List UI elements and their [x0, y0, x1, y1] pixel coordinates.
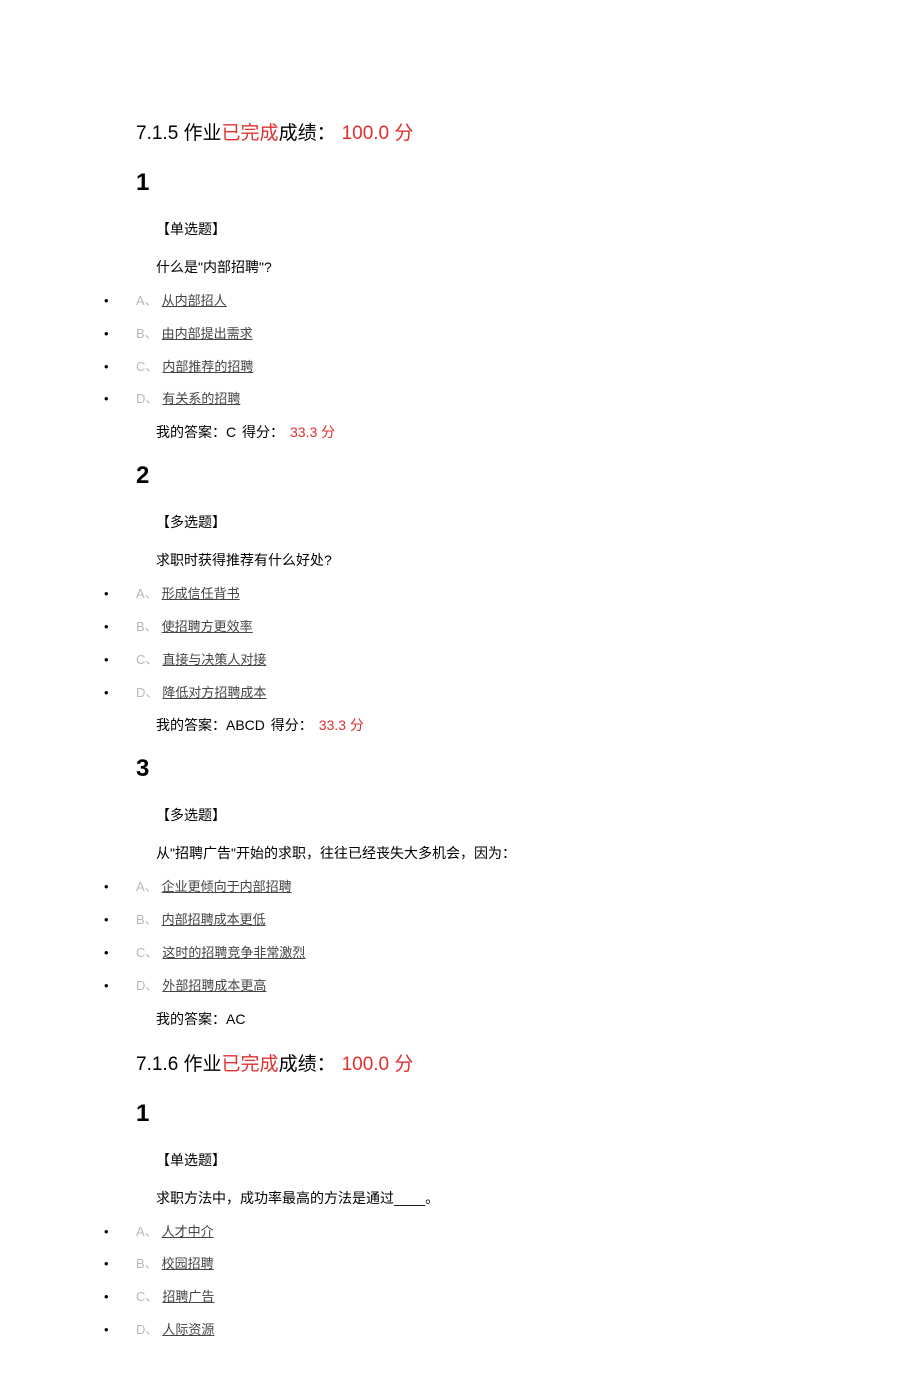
option-text: 这时的招聘竞争非常激烈: [162, 945, 305, 960]
option-item: C、招聘广告: [98, 1287, 860, 1308]
option-letter: C、: [136, 652, 158, 667]
option-text: 内部招聘成本更低: [162, 912, 266, 927]
option-text: 外部招聘成本更高: [162, 978, 266, 993]
points-value: 33.3 分: [319, 717, 364, 733]
option-item: A、企业更倾向于内部招聘: [98, 877, 860, 898]
completed-status: 已完成: [222, 123, 279, 144]
question-text: 求职方法中，成功率最高的方法是通过____。: [136, 1188, 860, 1208]
score-label: 成绩：: [279, 123, 336, 144]
answer-value: AC: [226, 1011, 245, 1027]
completed-status: 已完成: [222, 1054, 279, 1075]
question-number: 3: [136, 755, 860, 783]
answer-label: 我的答案：: [156, 717, 226, 733]
points-label: 得分：: [271, 717, 313, 733]
option-item: B、由内部提出需求: [98, 324, 860, 345]
answer-label: 我的答案：: [156, 1011, 226, 1027]
option-item: D、降低对方招聘成本: [98, 683, 860, 704]
homework-number: 7.1.6 作业: [136, 1054, 222, 1075]
option-text: 直接与决策人对接: [162, 652, 266, 667]
option-text: 企业更倾向于内部招聘: [162, 879, 292, 894]
score-value: 100.0 分: [342, 123, 414, 144]
my-answer: 我的答案：AC: [136, 1009, 860, 1029]
option-letter: A、: [136, 1224, 158, 1239]
option-item: C、这时的招聘竞争非常激烈: [98, 943, 860, 964]
score-label: 成绩：: [279, 1054, 336, 1075]
options-list: A、人才中介 B、校园招聘 C、招聘广告 D、人际资源: [98, 1222, 860, 1341]
my-answer: 我的答案：C 得分： 33.3 分: [136, 422, 860, 442]
option-letter: D、: [136, 978, 158, 993]
option-letter: A、: [136, 293, 158, 308]
option-text: 由内部提出需求: [162, 326, 253, 341]
question-number: 1: [136, 1100, 860, 1128]
option-item: B、校园招聘: [98, 1254, 860, 1275]
option-text: 从内部招人: [162, 293, 227, 308]
option-text: 使招聘方更效率: [162, 619, 253, 634]
option-letter: C、: [136, 945, 158, 960]
option-letter: C、: [136, 359, 158, 374]
option-text: 有关系的招聘: [162, 391, 240, 406]
section-header: 7.1.6 作业已完成成绩： 100.0 分: [136, 1049, 860, 1076]
option-item: D、人际资源: [98, 1320, 860, 1341]
score-value: 100.0 分: [342, 1054, 414, 1075]
option-text: 内部推荐的招聘: [162, 359, 253, 374]
question-text: 从"招聘广告"开始的求职，往往已经丧失大多机会，因为：: [136, 843, 860, 863]
answer-value: ABCD: [226, 717, 265, 733]
option-item: D、有关系的招聘: [98, 389, 860, 410]
question-type: 【多选题】: [136, 805, 860, 825]
answer-label: 我的答案：: [156, 424, 226, 440]
option-letter: D、: [136, 391, 158, 406]
option-letter: B、: [136, 1256, 158, 1271]
points-label: 得分：: [242, 424, 284, 440]
document-content: 7.1.5 作业已完成成绩：100.0 分1【单选题】什么是"内部招聘"?A、从…: [0, 118, 920, 1341]
option-item: C、直接与决策人对接: [98, 650, 860, 671]
option-text: 形成信任背书: [162, 586, 240, 601]
options-list: A、形成信任背书 B、使招聘方更效率 C、直接与决策人对接 D、降低对方招聘成本: [98, 584, 860, 703]
section-header: 7.1.5 作业已完成成绩： 100.0 分: [136, 118, 860, 145]
option-text: 校园招聘: [162, 1256, 214, 1271]
options-list: A、从内部招人 B、由内部提出需求 C、内部推荐的招聘 D、有关系的招聘: [98, 291, 860, 410]
question-type: 【单选题】: [136, 1150, 860, 1170]
question-type: 【多选题】: [136, 512, 860, 532]
option-letter: A、: [136, 879, 158, 894]
options-list: A、企业更倾向于内部招聘 B、内部招聘成本更低 C、这时的招聘竞争非常激烈 D、外部招…: [98, 877, 860, 996]
points-value: 33.3 分: [290, 424, 335, 440]
option-item: C、内部推荐的招聘: [98, 357, 860, 378]
option-item: A、人才中介: [98, 1222, 860, 1243]
question-number: 1: [136, 169, 860, 197]
option-item: B、使招聘方更效率: [98, 617, 860, 638]
option-item: A、从内部招人: [98, 291, 860, 312]
option-letter: B、: [136, 912, 158, 927]
question-number: 2: [136, 462, 860, 490]
option-item: B、内部招聘成本更低: [98, 910, 860, 931]
option-text: 降低对方招聘成本: [162, 685, 266, 700]
option-letter: A、: [136, 586, 158, 601]
my-answer: 我的答案：ABCD 得分： 33.3 分: [136, 715, 860, 735]
option-text: 人际资源: [162, 1322, 214, 1337]
answer-value: C: [226, 424, 236, 440]
option-text: 人才中介: [162, 1224, 214, 1239]
homework-number: 7.1.5 作业: [136, 123, 222, 144]
option-letter: B、: [136, 326, 158, 341]
question-text: 什么是"内部招聘"?: [136, 257, 860, 277]
option-item: D、外部招聘成本更高: [98, 976, 860, 997]
question-type: 【单选题】: [136, 219, 860, 239]
option-item: A、形成信任背书: [98, 584, 860, 605]
option-letter: D、: [136, 685, 158, 700]
question-text: 求职时获得推荐有什么好处?: [136, 550, 860, 570]
option-letter: B、: [136, 619, 158, 634]
option-letter: D、: [136, 1322, 158, 1337]
